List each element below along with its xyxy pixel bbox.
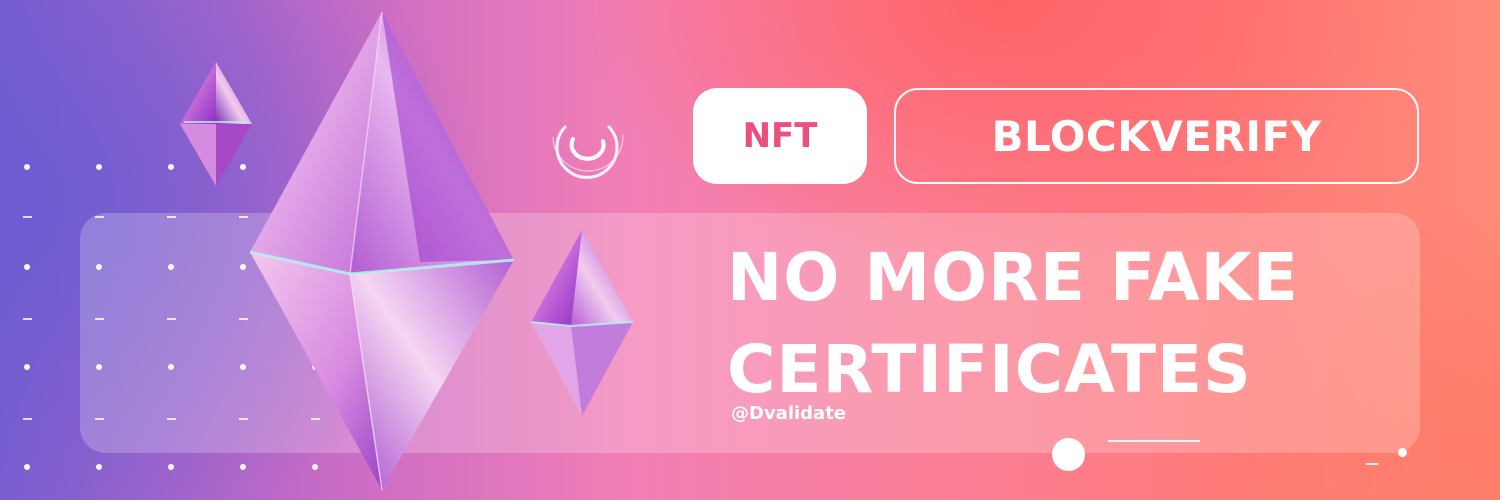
decorative-circle (1052, 438, 1085, 471)
grid-dash (95, 418, 104, 420)
grid-dot (24, 464, 30, 470)
grid-dot (168, 164, 174, 170)
decorative-dot (1398, 448, 1407, 457)
grid-dot (168, 464, 174, 470)
grid-dot (24, 164, 30, 170)
grid-dot (240, 464, 246, 470)
grid-dot (24, 364, 30, 370)
grid-dash (95, 216, 104, 218)
grid-dash (23, 318, 32, 320)
grid-dash (23, 418, 32, 420)
grid-dash (167, 418, 176, 420)
large-crystal-gem-icon (250, 12, 514, 490)
grid-dot (96, 264, 102, 270)
brand-tag: BLOCKVERIFY (894, 88, 1419, 184)
grid-dash (23, 216, 32, 218)
headline: NO MORE FAKE CERTIFICATES (727, 232, 1407, 416)
small-crystal-gem-icon (180, 62, 252, 186)
nft-tag: NFT (693, 88, 867, 184)
grid-dash (239, 216, 248, 218)
nft-tag-label: NFT (742, 116, 818, 156)
banner: NFT BLOCKVERIFY NO MORE FAKE CERTIFICATE… (0, 0, 1500, 500)
grid-dot (96, 364, 102, 370)
grid-dash (167, 216, 176, 218)
grid-dot (96, 464, 102, 470)
grid-dot (168, 364, 174, 370)
grid-dot (96, 164, 102, 170)
social-handle: @Dvalidate (731, 403, 847, 424)
brand-tag-label: BLOCKVERIFY (991, 111, 1322, 161)
grid-dot (240, 264, 246, 270)
grid-dash (167, 318, 176, 320)
grid-dot (240, 364, 246, 370)
crescent-ring-icon (552, 125, 624, 179)
headline-line-1: NO MORE FAKE (727, 239, 1299, 316)
grid-dash (239, 318, 248, 320)
grid-dot (24, 264, 30, 270)
decorative-dash (1366, 463, 1378, 465)
grid-dash (239, 418, 248, 420)
decorative-line (1108, 440, 1200, 442)
medium-crystal-gem-icon (531, 230, 633, 416)
grid-dot (168, 264, 174, 270)
grid-dash (95, 318, 104, 320)
